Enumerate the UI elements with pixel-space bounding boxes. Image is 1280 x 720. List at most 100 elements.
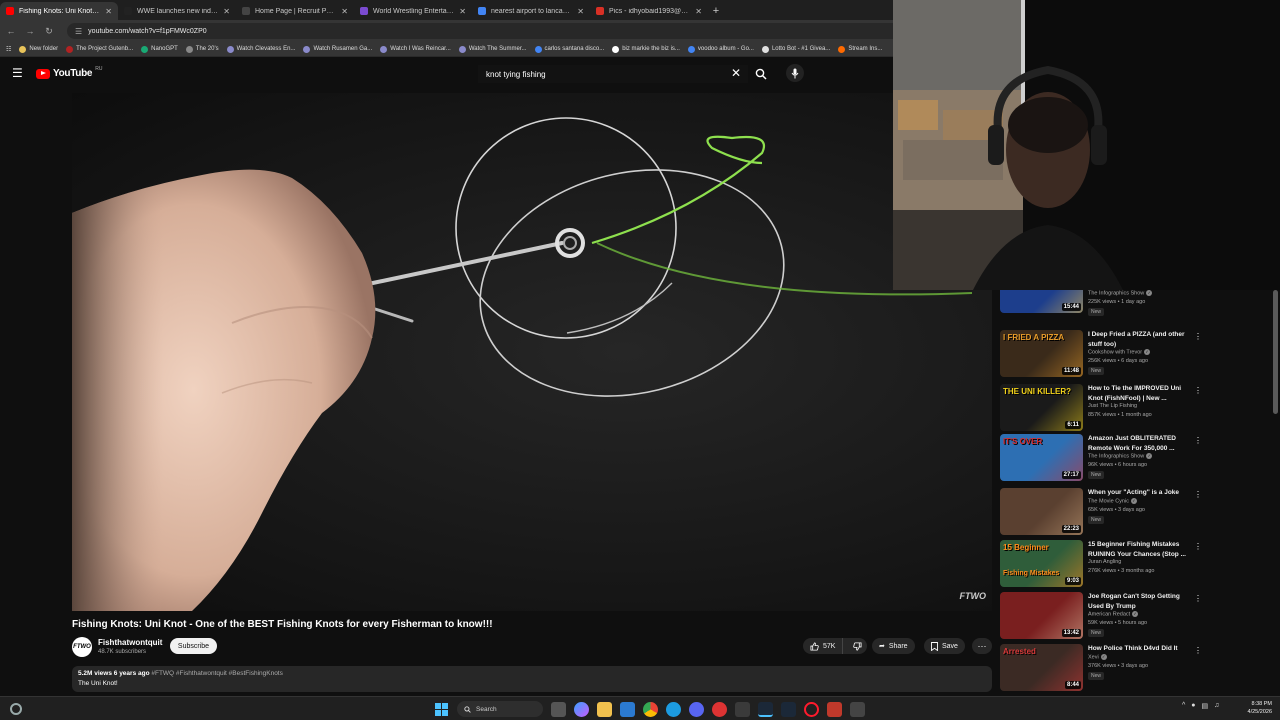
- bookmark-item[interactable]: The Project Gutenb...: [66, 45, 133, 53]
- recommended-video-title[interactable]: How Police Think D4vd Did It: [1088, 644, 1188, 654]
- recommended-video[interactable]: IT'S OVER 27:17 Amazon Just OBLITERATED Re…: [1000, 434, 1272, 484]
- microphone-icon[interactable]: ●: [1191, 702, 1195, 710]
- search-button[interactable]: [750, 65, 772, 83]
- more-vertical-icon[interactable]: ⋮: [1194, 436, 1202, 445]
- search-input[interactable]: knot tying fishing: [478, 65, 748, 83]
- recommended-channel[interactable]: Xevi ✓: [1088, 654, 1107, 660]
- bookmark-item[interactable]: Watch The Summer...: [458, 45, 527, 53]
- browser-tab[interactable]: nearest airport to lancaster,ca ✕: [472, 2, 590, 20]
- recommended-video[interactable]: THE UNI KILLER? 6:11 How to Tie the IMPROV…: [1000, 384, 1272, 434]
- channel-name[interactable]: Fishthatwontquit: [98, 638, 162, 647]
- save-button[interactable]: Save: [924, 638, 965, 654]
- recommended-channel[interactable]: The Infographics Show ✓: [1088, 290, 1153, 296]
- back-arrow-icon[interactable]: ←: [6, 26, 16, 36]
- channel-watermark[interactable]: FTWO: [960, 591, 987, 601]
- clear-search-icon[interactable]: ✕: [731, 66, 741, 80]
- video-thumbnail[interactable]: 15:44: [1000, 290, 1083, 313]
- tab-close-icon[interactable]: ✕: [577, 7, 584, 16]
- discord-icon[interactable]: [689, 701, 704, 717]
- steam-icon[interactable]: [758, 701, 773, 717]
- reload-icon[interactable]: ↻: [44, 26, 54, 37]
- video-thumbnail[interactable]: 15 Beginner Fishing Mistakes 9:03: [1000, 540, 1083, 587]
- recommended-channel[interactable]: Cookshow with Trevor ✓: [1088, 349, 1151, 355]
- tab-close-icon[interactable]: ✕: [459, 7, 466, 16]
- description-box[interactable]: 5.2M views 6 years ago #FTWQ #Fishthatwo…: [72, 666, 992, 692]
- video-thumbnail[interactable]: 22:23: [1000, 488, 1083, 535]
- video-thumbnail[interactable]: Arrested 8:44: [1000, 644, 1083, 691]
- video-player[interactable]: FTWO: [72, 93, 992, 611]
- subscribe-button[interactable]: Subscribe: [170, 638, 217, 654]
- address-bar[interactable]: ☰ youtube.com/watch?v=f1pFMWc0ZP0: [67, 23, 1027, 39]
- more-vertical-icon[interactable]: ⋮: [1194, 542, 1202, 551]
- voice-search-button[interactable]: [786, 64, 804, 82]
- more-vertical-icon[interactable]: ⋮: [1194, 594, 1202, 603]
- recommended-video[interactable]: 13:42 Joe Rogan Can't Stop Getting Used B…: [1000, 592, 1272, 642]
- tab-close-icon[interactable]: ✕: [695, 7, 702, 16]
- recommended-video[interactable]: 22:23 When your "Acting" is a Joke The Mov…: [1000, 488, 1272, 538]
- site-info-icon[interactable]: ☰: [75, 27, 82, 36]
- new-tab-button[interactable]: +: [708, 2, 724, 20]
- more-vertical-icon[interactable]: ⋮: [1194, 332, 1202, 341]
- apps-grid-icon[interactable]: ☷: [6, 46, 11, 53]
- volume-icon[interactable]: ♫: [1214, 702, 1219, 710]
- taskbar-clock[interactable]: 8:38 PM 4/25/2026: [1240, 700, 1272, 716]
- terminal-icon[interactable]: [735, 701, 750, 717]
- video-thumbnail[interactable]: THE UNI KILLER? 6:11: [1000, 384, 1083, 431]
- bookmark-item[interactable]: Watch I Was Reincar...: [380, 45, 451, 53]
- browser-tab[interactable]: Home Page | Recruit Portal ✕: [236, 2, 354, 20]
- more-actions-button[interactable]: ⋯: [972, 638, 992, 654]
- page-scrollbar[interactable]: [1273, 290, 1278, 414]
- more-vertical-icon[interactable]: ⋮: [1194, 646, 1202, 655]
- browser-tab[interactable]: Fishing Knots: Uni Knot - One o ✕: [0, 2, 118, 20]
- hashtags[interactable]: #FTWQ #Fishthatwontquit #BestFishingKnot…: [151, 670, 283, 677]
- bookmark-item[interactable]: Watch Clevatess En...: [226, 45, 295, 53]
- bookmark-item[interactable]: Lotto Bot - #1 Givea...: [761, 45, 830, 53]
- bookmark-item[interactable]: New folder: [19, 45, 58, 53]
- bookmark-item[interactable]: NanoGPT: [141, 45, 178, 53]
- recommended-video-title[interactable]: When your "Acting" is a Joke: [1088, 488, 1188, 498]
- channel-avatar[interactable]: FTWO: [72, 637, 92, 657]
- video-thumbnail[interactable]: IT'S OVER 27:17: [1000, 434, 1083, 481]
- windows-start-icon[interactable]: [434, 702, 449, 717]
- recommended-video[interactable]: 15 Beginner Fishing Mistakes 9:03 15 Beginn…: [1000, 540, 1272, 590]
- app-icon[interactable]: [712, 701, 727, 717]
- forward-arrow-icon[interactable]: →: [25, 26, 35, 36]
- share-button[interactable]: ➦ Share: [872, 638, 915, 654]
- like-button[interactable]: 57K: [803, 638, 844, 654]
- recommended-channel[interactable]: American Redact ✓: [1088, 611, 1139, 617]
- more-vertical-icon[interactable]: ⋮: [1194, 386, 1202, 395]
- chevron-up-icon[interactable]: ^: [1182, 702, 1185, 710]
- bookmark-item[interactable]: voodoo album - Go...: [687, 45, 754, 53]
- recommended-video-title[interactable]: 15 Beginner Fishing Mistakes RUINING You…: [1088, 540, 1188, 559]
- edge-icon[interactable]: [666, 701, 681, 717]
- recommended-channel[interactable]: Just The Lip Fishing: [1088, 403, 1137, 409]
- recommended-channel[interactable]: The Movie Cynic ✓: [1088, 498, 1137, 504]
- bookmark-item[interactable]: The 20's: [185, 45, 219, 53]
- recommended-video[interactable]: 15:44Musk's Elite Team All QUITThe Infog…: [1000, 290, 1272, 332]
- chrome-icon[interactable]: [643, 701, 658, 717]
- recommended-video-title[interactable]: I Deep Fried a PIZZA (and other stuff to…: [1088, 330, 1188, 349]
- bookmark-item[interactable]: biz markie the biz is...: [612, 45, 680, 53]
- app-icon[interactable]: [781, 701, 796, 717]
- browser-tab[interactable]: WWE launches new indie wrest ✕: [118, 2, 236, 20]
- widgets-icon[interactable]: [10, 703, 22, 715]
- bookmark-item[interactable]: Watch Rusamen Ga...: [303, 45, 372, 53]
- task-view-icon[interactable]: [551, 701, 566, 717]
- video-thumbnail[interactable]: 13:42: [1000, 592, 1083, 639]
- video-thumbnail[interactable]: I FRIED A PIZZA 11:48: [1000, 330, 1083, 377]
- app-icon[interactable]: [850, 701, 865, 717]
- dislike-button[interactable]: [847, 638, 868, 654]
- bookmark-item[interactable]: carlos santana disco...: [534, 45, 604, 53]
- opera-icon[interactable]: [804, 701, 819, 717]
- recommended-channel[interactable]: Juran Angling: [1088, 559, 1121, 565]
- tab-close-icon[interactable]: ✕: [341, 7, 348, 16]
- youtube-logo[interactable]: YouTube RU: [36, 66, 102, 79]
- recommended-video-title[interactable]: How to Tie the IMPROVED Uni Knot (FishNF…: [1088, 384, 1188, 403]
- copilot-icon[interactable]: [574, 701, 589, 717]
- recommended-channel[interactable]: The Infographics Show ✓: [1088, 453, 1153, 459]
- browser-tab[interactable]: Pics - idhyobaid1993@gmail.co ✕: [590, 2, 708, 20]
- recommended-video[interactable]: Arrested 8:44 How Police Think D4vd Did It…: [1000, 644, 1272, 694]
- recommended-video-title[interactable]: Joe Rogan Can't Stop Getting Used By Tru…: [1088, 592, 1188, 611]
- bookmark-item[interactable]: Stream Ins...: [838, 45, 882, 53]
- taskbar-search[interactable]: Search: [457, 701, 543, 717]
